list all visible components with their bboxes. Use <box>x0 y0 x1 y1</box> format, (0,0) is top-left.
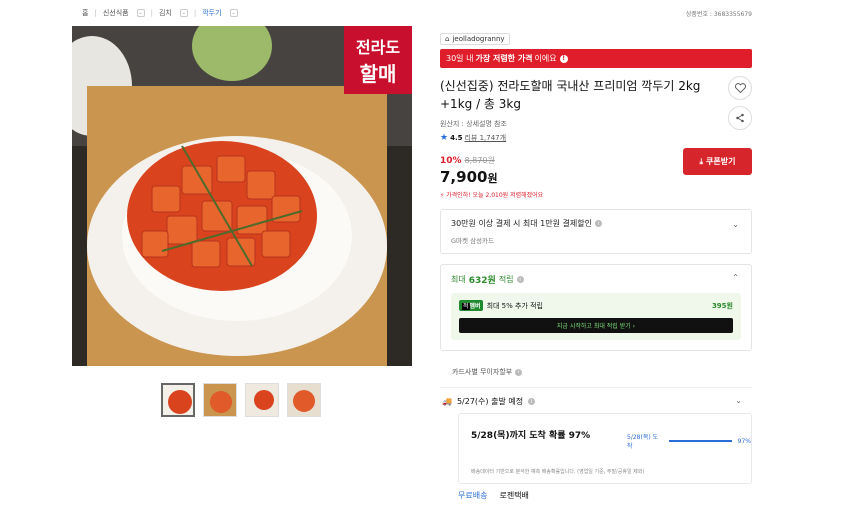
card-discount-sub: G마켓 삼성카드 <box>451 237 494 245</box>
download-icon: ⤓ <box>699 156 704 166</box>
delivery-estimate-box: 5/28(목)까지 도착 확률 97% 5/28(목) 도착 97% 배송데이터… <box>458 413 752 484</box>
star-icon: ★ <box>440 133 449 143</box>
thumbnail[interactable] <box>287 383 321 417</box>
badge-a: 적 <box>462 303 470 310</box>
chevron-down-icon[interactable]: ⌄ <box>229 9 238 17</box>
breadcrumb-item-kimchi[interactable]: 김치 <box>159 8 172 18</box>
seller-name: jeolladogranny <box>452 35 505 43</box>
price-drop-text: 가격인하! 오늘 2,010원 저렴해졌어요 <box>446 192 544 199</box>
price-value: 7,900 <box>440 168 488 186</box>
shipping-row[interactable]: 🚚 5/27(수) 출발 예정 i ⌄ <box>440 396 752 407</box>
shipping-date: 5/27(수) 출발 예정 <box>456 397 524 406</box>
chevron-down-icon[interactable]: ⌄ <box>179 9 188 17</box>
promo-pre: 30일 내 <box>446 54 474 63</box>
original-price: 8,870원 <box>464 156 495 165</box>
image-logo-bottom: 할매 <box>360 62 397 86</box>
product-number: 상품번호 : 3683355679 <box>685 11 752 18</box>
coupon-label: 쿠폰받기 <box>706 157 736 166</box>
coupon-button[interactable]: ⤓ 쿠폰받기 <box>683 148 752 175</box>
tab-courier[interactable]: 로젠택배 <box>499 490 528 501</box>
club-points-box: 적멤버 최대 5% 추가 적립 395원 지금 시작하고 최대 적립 받기 › <box>451 293 741 340</box>
points-amount: 632원 <box>468 276 496 286</box>
delivery-note: 배송데이터 기반으로 분석한 예측 배송확률입니다. (영업일 기준, 주말/공… <box>471 469 645 475</box>
info-icon[interactable]: i <box>594 220 602 227</box>
thumbnail[interactable] <box>203 383 237 417</box>
shipping-tabs: 무료배송 로젠택배 <box>458 490 752 501</box>
breadcrumb: 홈 | 신선식품 ⌄ | 김치 ⌄ | 깍두기 ⌄ <box>82 8 238 18</box>
price-unit: 원 <box>487 172 498 185</box>
prob-value: 97% <box>737 437 751 445</box>
probability-bar: 5/28(목) 도착 97% <box>627 432 751 450</box>
promo-bold: 가장 저렴한 가격 <box>475 54 533 63</box>
seller-badge[interactable]: ⌂ jeolladogranny <box>440 33 510 45</box>
info-icon[interactable]: i <box>528 398 536 405</box>
thumbnail[interactable] <box>161 383 195 417</box>
info-icon[interactable]: i <box>516 276 524 283</box>
heart-icon[interactable] <box>728 76 752 100</box>
rating-score: 4.5 <box>450 134 463 142</box>
breadcrumb-item-kkakdugi[interactable]: 깍두기 <box>202 8 221 18</box>
product-title: (신선집중) 전라도할매 국내산 프리미엄 깍두기 2kg +1kg / 총 3… <box>440 79 701 111</box>
lowest-price-banner: 30일 내 가장 저렴한 가격 이에요 ! <box>440 49 752 68</box>
chevron-down-icon[interactable]: ⌄ <box>732 220 739 229</box>
points-section: 최대 632원 적립 i ⌃ 적멤버 최대 5% 추가 적립 395원 지금 시작하고… <box>440 264 752 351</box>
installment-text: 카드사별 무이자할부 <box>452 368 513 376</box>
chevron-down-icon[interactable]: ⌄ <box>136 9 145 17</box>
chevron-up-icon[interactable]: ⌃ <box>732 273 739 282</box>
price-box: 10% 8,870원 7,900원 ⤓ 쿠폰받기 <box>440 148 752 186</box>
club-points-text: 최대 5% 추가 적립 <box>486 301 543 310</box>
truck-icon: 🚚 <box>442 397 452 406</box>
start-membership-button[interactable]: 지금 시작하고 최대 적립 받기 › <box>459 318 733 333</box>
origin-text: 원산지 : 상세설명 참조 <box>440 120 507 128</box>
rating-row: ★ 4.5 리뷰 1,747개 <box>440 133 752 143</box>
divider <box>440 387 752 388</box>
breadcrumb-separator: | <box>193 9 197 17</box>
prob-label: 5/28(목) 도착 <box>627 434 659 450</box>
breadcrumb-item-fresh[interactable]: 신선식품 <box>103 8 129 18</box>
price-drop-note: ⚡ 가격인하! 오늘 2,010원 저렴해졌어요 <box>440 190 752 199</box>
review-count-link[interactable]: 리뷰 1,747개 <box>464 133 506 143</box>
tab-free-shipping[interactable]: 무료배송 <box>458 490 487 501</box>
points-post: 적립 <box>498 275 514 284</box>
thumbnail-list <box>161 383 321 417</box>
thumbnail[interactable] <box>245 383 279 417</box>
share-icon[interactable] <box>728 106 752 130</box>
club-badge: 적멤버 <box>459 300 483 311</box>
discount-rate: 10% <box>440 156 462 166</box>
promo-post: 이에요 <box>534 54 557 63</box>
info-icon[interactable]: i <box>515 368 523 376</box>
probability-bar-fill <box>668 440 732 442</box>
store-icon: ⌂ <box>445 35 450 43</box>
arrow-icon: ⚡ <box>440 192 445 199</box>
breadcrumb-separator: | <box>94 9 97 17</box>
breadcrumb-separator: | <box>150 9 153 17</box>
card-discount-section[interactable]: 30만원 이상 결제 시 최대 1만원 결제할인 i G마켓 삼성카드 ⌄ <box>440 209 752 254</box>
product-info-panel: ⌂ jeolladogranny 30일 내 가장 저렴한 가격 이에요 ! (… <box>440 26 752 501</box>
breadcrumb-home[interactable]: 홈 <box>82 8 88 18</box>
badge-b: 멤버 <box>469 303 481 310</box>
image-logo-top: 전라도 <box>356 38 400 57</box>
installment-info: 카드사별 무이자할부 i <box>440 367 752 377</box>
card-discount-title: 30만원 이상 결제 시 최대 1만원 결제할인 <box>451 219 592 228</box>
points-pre: 최대 <box>451 275 466 284</box>
club-points-amount: 395원 <box>711 301 733 310</box>
product-main-image: 전라도 할매 <box>72 26 412 366</box>
chevron-down-icon[interactable]: ⌄ <box>735 396 742 405</box>
info-icon[interactable]: ! <box>559 54 568 63</box>
